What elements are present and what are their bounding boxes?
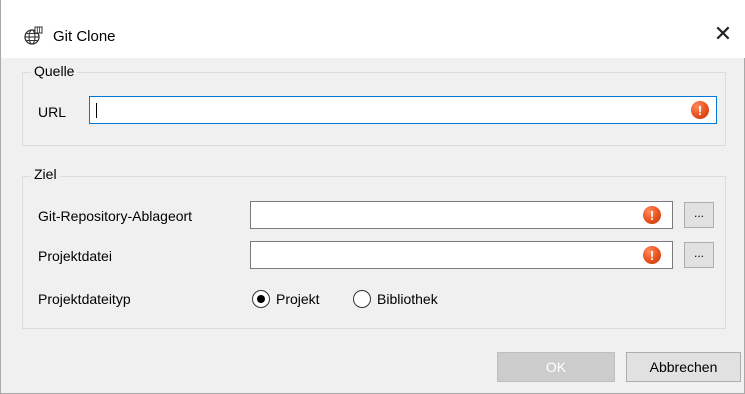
radio-projekt[interactable] <box>252 290 270 308</box>
radio-bibliothek-label[interactable]: Bibliothek <box>377 291 438 307</box>
project-file-browse-button[interactable]: ... <box>684 242 714 268</box>
cancel-button[interactable]: Abbrechen <box>626 352 741 382</box>
source-legend: Quelle <box>31 63 78 79</box>
repo-location-input[interactable] <box>251 202 672 228</box>
git-clone-dialog: Git Clone ✕ Quelle URL ! Ziel Git-Reposi… <box>0 0 745 394</box>
error-icon: ! <box>643 206 661 224</box>
repo-location-browse-button[interactable]: ... <box>684 202 714 228</box>
close-button[interactable]: ✕ <box>700 10 745 58</box>
url-input[interactable] <box>90 97 716 123</box>
ok-button[interactable]: OK <box>497 352 615 382</box>
url-field[interactable]: ! <box>89 96 717 124</box>
project-file-label: Projektdatei <box>38 248 112 264</box>
window-title: Git Clone <box>53 28 116 45</box>
globe-network-icon <box>24 26 43 45</box>
radio-projekt-label[interactable]: Projekt <box>276 291 320 307</box>
close-icon: ✕ <box>713 21 733 46</box>
error-icon: ! <box>691 101 709 119</box>
project-file-input[interactable] <box>251 242 672 268</box>
radio-bibliothek[interactable] <box>353 290 371 308</box>
error-icon: ! <box>643 246 661 264</box>
repo-location-field[interactable]: ! <box>250 201 673 229</box>
title-bar: Git Clone ✕ <box>1 0 745 58</box>
repo-location-label: Git-Repository-Ablageort <box>38 208 193 224</box>
text-caret <box>96 103 97 118</box>
project-file-field[interactable]: ! <box>250 241 673 269</box>
url-label: URL <box>38 104 67 120</box>
target-legend: Ziel <box>31 166 60 182</box>
file-type-label: Projektdateityp <box>38 291 131 307</box>
